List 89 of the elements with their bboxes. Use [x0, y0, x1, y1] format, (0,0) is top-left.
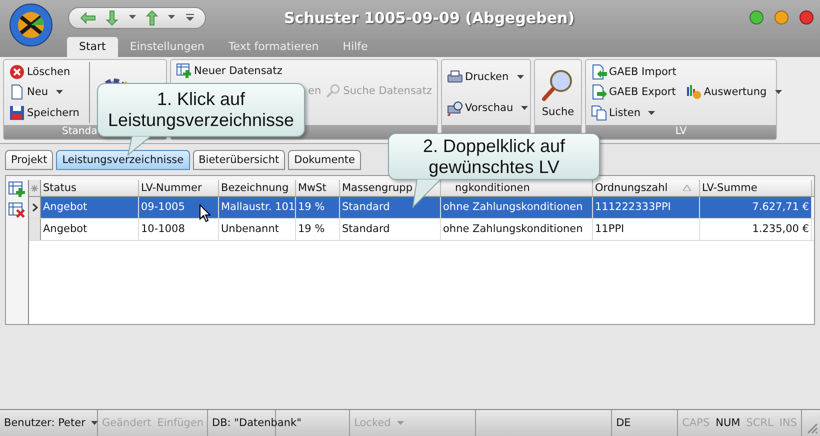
- search-icon: [325, 83, 342, 99]
- table-cell: Mallaustr. 101: [219, 197, 296, 218]
- caret-icon: [91, 421, 98, 425]
- caret-icon[interactable]: [128, 15, 136, 20]
- status-dropdown[interactable]: Benutzer: Peter: [4, 417, 98, 429]
- caret-icon: [56, 90, 63, 94]
- ribbon-button[interactable]: Listen: [589, 104, 658, 122]
- table-cell: 09-1005: [139, 197, 219, 218]
- table-cell: Standard: [340, 197, 441, 218]
- printer-icon: [447, 69, 463, 86]
- status-text: CAPS: [682, 417, 710, 429]
- column-header[interactable]: LV-Nummer: [139, 180, 219, 196]
- doc-icon: [9, 84, 25, 100]
- ribbon-button[interactable]: Auswertung: [684, 83, 784, 102]
- document-tab[interactable]: Leistungsverzeichnisse: [56, 150, 190, 170]
- caret-icon: [396, 421, 404, 425]
- caret-icon: [774, 90, 782, 94]
- row-indicator[interactable]: [29, 197, 41, 218]
- customize-icon[interactable]: [186, 14, 194, 21]
- lists-icon: [591, 104, 607, 121]
- chart-icon: [686, 84, 702, 100]
- mouse-pointer-icon: [199, 204, 211, 223]
- ribbon-button[interactable]: Neuer Datensatz: [174, 62, 284, 80]
- ribbon-button[interactable]: Neu: [7, 83, 65, 102]
- status-text: DE: [616, 417, 631, 429]
- delete-icon: [9, 64, 25, 80]
- column-header[interactable]: LV-Summe: [700, 180, 812, 196]
- table-cell: Angebot: [41, 219, 139, 240]
- table-cell: Unbenannt: [219, 219, 296, 240]
- ribbon-button[interactable]: Vorschau: [445, 98, 530, 117]
- sort-icon: [683, 185, 691, 191]
- table-cell: Angebot: [41, 197, 139, 218]
- status-text: SCRL: [746, 417, 774, 429]
- caret-icon: [521, 106, 528, 110]
- add-row-icon[interactable]: [8, 180, 26, 198]
- status-text: DB: "Datenbank": [212, 417, 302, 429]
- ribbon-button[interactable]: GAEB Export: [589, 83, 678, 102]
- status-text: Geändert: [102, 417, 152, 429]
- table-cell: 11PPI: [593, 219, 700, 240]
- preview-icon: [447, 100, 463, 116]
- up-arrow-icon[interactable]: [146, 10, 158, 26]
- column-header[interactable]: Status: [41, 180, 139, 196]
- current-row-icon: [32, 203, 38, 212]
- table-cell: 7.627,71 €: [700, 197, 812, 218]
- minimize-icon[interactable]: [774, 10, 789, 25]
- save-icon: [9, 104, 25, 121]
- maximize-icon[interactable]: [749, 10, 764, 25]
- table-row[interactable]: Angebot 10-1008 Unbenannt 19 % Standard ohne Zahlungskonditionen 11PPI 1.235,00 €: [29, 219, 814, 241]
- large-button[interactable]: Suche: [537, 60, 579, 125]
- resize-grip-icon[interactable]: [806, 422, 818, 434]
- table-cell: 19 %: [296, 219, 340, 240]
- group-label: LV: [586, 125, 776, 139]
- search-icon: [541, 68, 575, 102]
- table-cell: Standard: [340, 219, 441, 240]
- table-cell: 111222333PPI: [593, 197, 700, 218]
- ribbon-button[interactable]: Drucken: [445, 68, 526, 86]
- ribbon-button[interactable]: Löschen: [7, 63, 72, 82]
- down-arrow-icon[interactable]: [106, 10, 118, 26]
- caret-icon: [648, 110, 656, 115]
- export-icon: [591, 84, 607, 100]
- ribbon-button[interactable]: GAEB Import: [589, 63, 678, 82]
- column-header[interactable]: Bezeichnung: [219, 180, 296, 196]
- column-header[interactable]: Ordnungszahl: [593, 180, 700, 196]
- ribbon-tab[interactable]: Start: [67, 37, 118, 57]
- table-cell: ohne Zahlungskonditionen: [441, 197, 593, 218]
- document-tab[interactable]: Dokumente: [288, 150, 361, 170]
- tooltip-text: 2. Doppelklick auf gewünschtes LV: [422, 136, 566, 178]
- tableadd-icon: [176, 63, 192, 79]
- window-title: Schuster 1005-09-09 (Abgegeben): [284, 8, 575, 26]
- document-tab[interactable]: Bieterübersicht: [192, 150, 286, 170]
- table-cell: 1.235,00 €: [700, 219, 812, 240]
- import-icon: [591, 64, 607, 80]
- asterisk-icon: [31, 184, 38, 192]
- ribbon-button[interactable]: Speichern: [7, 104, 82, 122]
- table-row[interactable]: Angebot 09-1005 Mallaustr. 101 19 % Standard ohne Zahlungskonditionen 111222333PPI 7.627,71 €: [29, 197, 814, 219]
- table-cell: 19 %: [296, 197, 340, 218]
- table-cell: ohne Zahlungskonditionen: [441, 219, 593, 240]
- delete-row-icon[interactable]: [8, 201, 26, 219]
- document-tab[interactable]: Projekt: [5, 150, 54, 170]
- status-text: INS: [779, 417, 797, 429]
- left-arrow-icon[interactable]: [80, 12, 96, 24]
- caret-icon: [516, 75, 524, 80]
- column-header[interactable]: MwSt: [296, 180, 340, 196]
- status-text: Einfügen: [157, 417, 204, 429]
- close-icon[interactable]: [799, 10, 814, 25]
- app-logo-icon[interactable]: [9, 3, 53, 47]
- caret-icon[interactable]: [168, 15, 176, 20]
- status-text: NUM: [716, 417, 740, 429]
- select-all-header[interactable]: [29, 180, 41, 196]
